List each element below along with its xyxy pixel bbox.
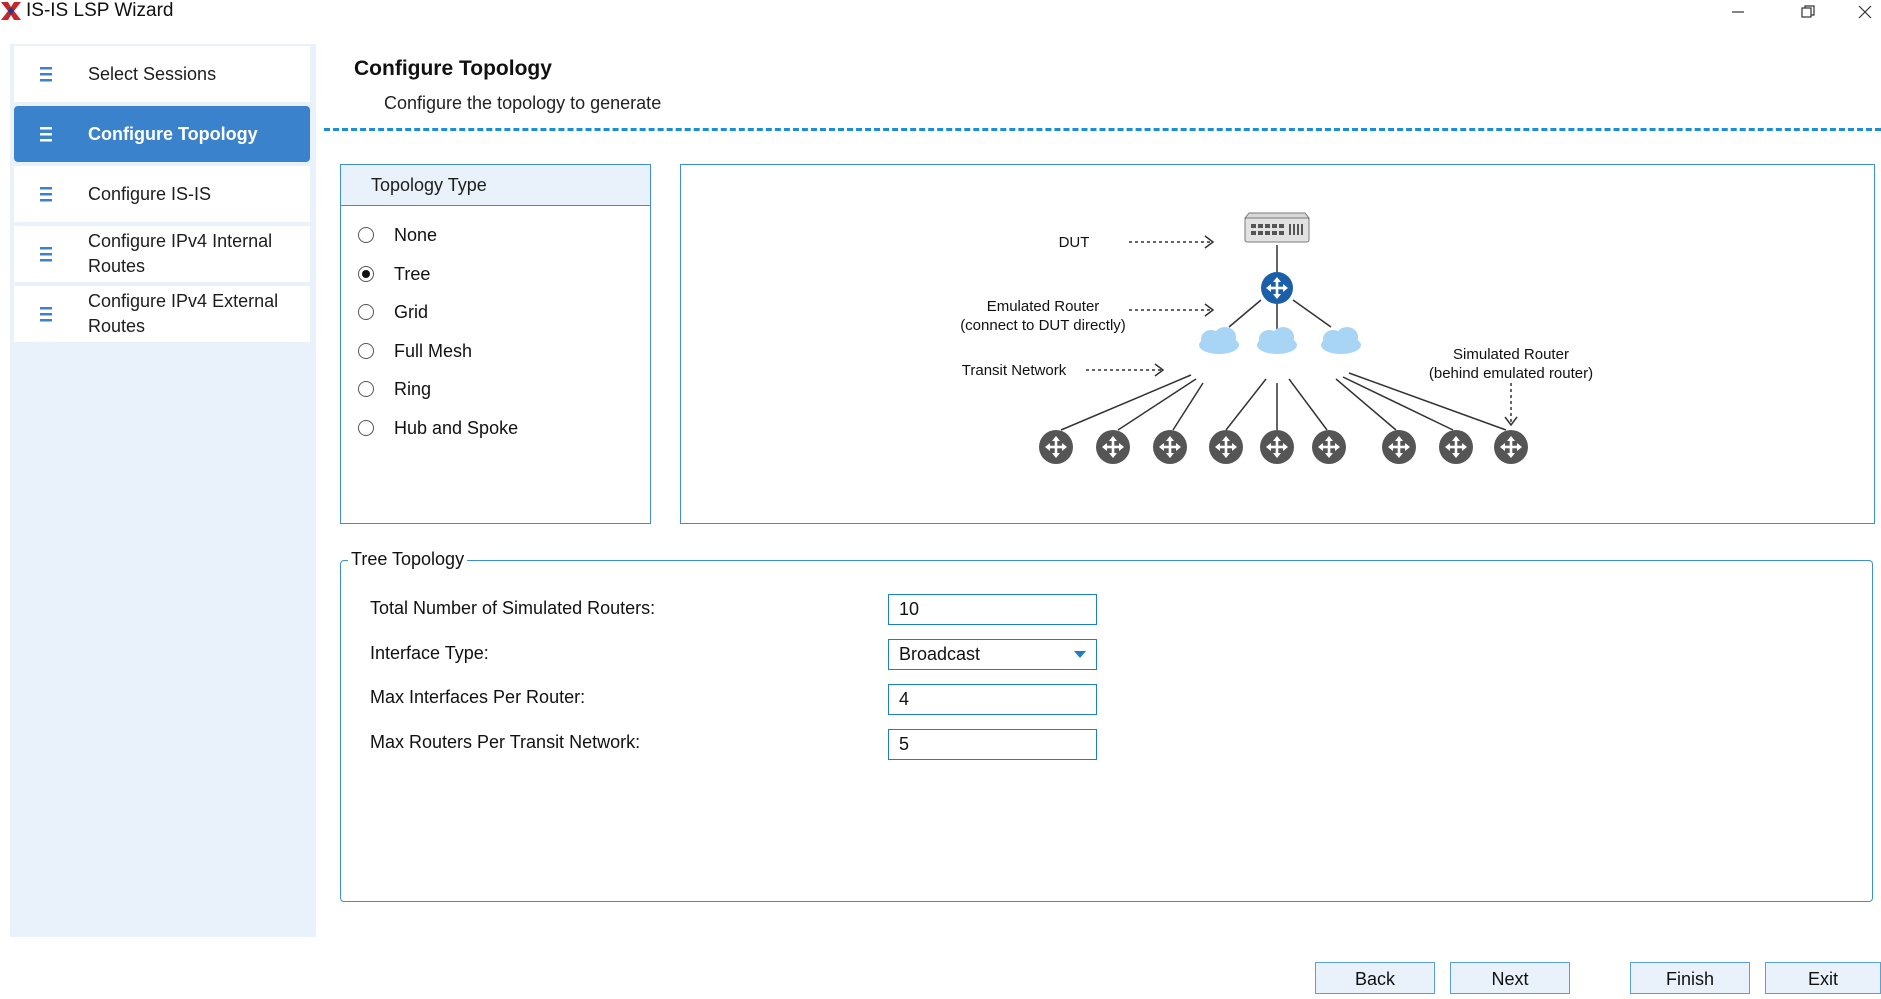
main-panel: Configure Topology Configure the topolog… xyxy=(316,44,1881,937)
radio-button[interactable] xyxy=(358,304,374,320)
interface-type-value: Broadcast xyxy=(899,644,981,664)
radio-label: Ring xyxy=(394,378,432,399)
minimize-icon[interactable] xyxy=(1718,0,1758,24)
max-routers-per-transit-network-input[interactable]: 5 xyxy=(888,729,1097,760)
simulated-router-icon xyxy=(1153,430,1187,464)
sidebar-item-label: Configure IPv4 Internal Routes xyxy=(88,231,273,276)
topology-diagram: DUT Emulated Router (connect to DUT dire… xyxy=(680,164,1875,524)
annotation-arrows xyxy=(1086,241,1512,423)
exit-button[interactable]: Exit xyxy=(1765,962,1881,994)
simulated-router-icon xyxy=(1039,430,1073,464)
topology-option-ring[interactable]: Ring xyxy=(358,374,431,404)
transit-network-label: Transit Network xyxy=(962,362,1067,379)
sidebar-item-configure-ipv4-external-routes[interactable]: Configure IPv4 External Routes xyxy=(14,286,310,342)
topology-option-hub-and-spoke[interactable]: Hub and Spoke xyxy=(358,413,518,443)
topology-option-full-mesh[interactable]: Full Mesh xyxy=(358,336,472,366)
simulated-router-icon xyxy=(1439,430,1473,464)
simulated-router-icon xyxy=(1096,430,1130,464)
sidebar-item-label: Configure Topology xyxy=(88,123,258,144)
radio-label: None xyxy=(394,224,438,245)
radio-label: Tree xyxy=(394,263,431,284)
sidebar-item-label: Configure IS-IS xyxy=(88,183,212,204)
wizard-sidebar: Select Sessions Configure Topology Confi… xyxy=(10,44,316,937)
simulated-router-icon xyxy=(1260,430,1294,464)
emulated-router-note: (connect to DUT directly) xyxy=(960,317,1126,334)
list-icon xyxy=(40,307,52,322)
transit-network-cloud-icon xyxy=(1257,327,1297,354)
topology-option-tree[interactable]: Tree xyxy=(358,259,430,289)
tree-topology-illustration: DUT Emulated Router (connect to DUT dire… xyxy=(960,212,1593,464)
total-simulated-routers-input[interactable]: 10 xyxy=(888,594,1097,625)
sidebar-item-configure-ipv4-internal-routes[interactable]: Configure IPv4 Internal Routes xyxy=(14,226,310,282)
dut-switch-icon xyxy=(1243,212,1311,243)
transit-network-cloud-icon xyxy=(1321,327,1361,354)
max-routers-per-transit-network-label: Max Routers Per Transit Network: xyxy=(370,732,641,752)
simulated-router-note: (behind emulated router) xyxy=(1429,365,1593,382)
simulated-router-icon xyxy=(1312,430,1346,464)
next-button[interactable]: Next xyxy=(1450,962,1570,994)
emulated-router-label: Emulated Router xyxy=(987,298,1100,315)
tree-topology-legend: Tree Topology xyxy=(348,549,468,570)
topology-option-none[interactable]: None xyxy=(358,220,437,250)
emulated-router-icon xyxy=(1261,272,1293,304)
topology-type-panel: Topology Type None Tree Grid Full Mesh R… xyxy=(340,164,651,524)
sidebar-item-select-sessions[interactable]: Select Sessions xyxy=(14,46,310,102)
window-title: IS-IS LSP Wizard xyxy=(26,0,174,21)
page-title: Configure Topology xyxy=(354,57,552,80)
interface-type-select[interactable]: Broadcast xyxy=(888,639,1097,670)
radio-button[interactable] xyxy=(358,381,374,397)
simulated-router-label: Simulated Router xyxy=(1453,346,1569,363)
topology-option-grid[interactable]: Grid xyxy=(358,297,428,327)
close-icon[interactable] xyxy=(1849,0,1881,24)
dut-label: DUT xyxy=(1059,234,1090,251)
restore-icon[interactable] xyxy=(1788,0,1828,24)
title-bar: IS-IS LSP Wizard xyxy=(0,0,1881,38)
list-icon xyxy=(40,247,52,262)
page-subtitle: Configure the topology to generate xyxy=(384,93,662,113)
max-interfaces-per-router-label: Max Interfaces Per Router: xyxy=(370,687,586,707)
radio-label: Grid xyxy=(394,301,429,322)
app-logo-icon xyxy=(1,2,21,20)
radio-label: Hub and Spoke xyxy=(394,417,519,438)
radio-button-selected[interactable] xyxy=(358,266,374,282)
chevron-down-icon[interactable] xyxy=(1074,651,1086,658)
interface-type-label: Interface Type: xyxy=(370,643,489,663)
back-button[interactable]: Back xyxy=(1315,962,1435,994)
simulated-router-icon xyxy=(1494,430,1528,464)
radio-button[interactable] xyxy=(358,343,374,359)
radio-label: Full Mesh xyxy=(394,340,473,361)
total-simulated-routers-label: Total Number of Simulated Routers: xyxy=(370,598,656,618)
list-icon xyxy=(40,127,52,142)
simulated-router-icon xyxy=(1209,430,1243,464)
sidebar-item-label: Configure IPv4 External Routes xyxy=(88,291,279,336)
sidebar-item-configure-topology[interactable]: Configure Topology xyxy=(14,106,310,162)
radio-button[interactable] xyxy=(358,227,374,243)
divider xyxy=(324,128,1881,131)
sidebar-item-label: Select Sessions xyxy=(88,63,217,84)
max-interfaces-per-router-input[interactable]: 4 xyxy=(888,684,1097,715)
list-icon xyxy=(40,187,52,202)
simulated-router-icon xyxy=(1382,430,1416,464)
transit-network-cloud-icon xyxy=(1199,327,1239,354)
radio-button[interactable] xyxy=(358,420,374,436)
finish-button[interactable]: Finish xyxy=(1630,962,1750,994)
list-icon xyxy=(40,67,52,82)
sidebar-item-configure-isis[interactable]: Configure IS-IS xyxy=(14,166,310,222)
topology-type-header: Topology Type xyxy=(341,165,650,206)
